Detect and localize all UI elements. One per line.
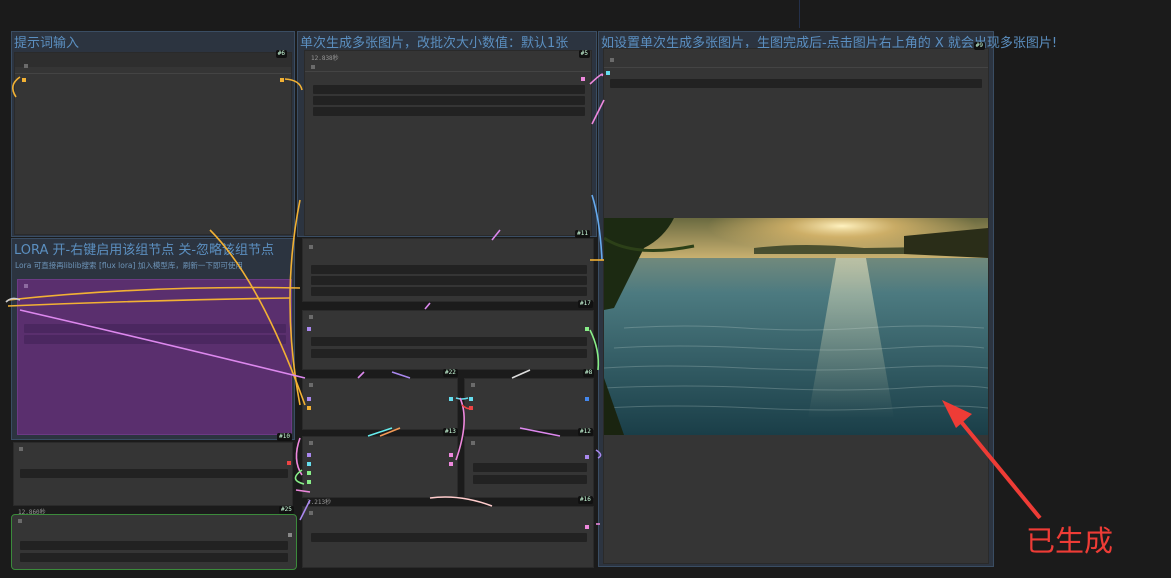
wire-cyan xyxy=(455,397,469,400)
wire-pink xyxy=(357,371,365,379)
wire-pink xyxy=(295,437,303,476)
wire-pink xyxy=(591,99,605,125)
wire-pink-light xyxy=(429,496,493,507)
wire-green xyxy=(294,469,305,485)
wire-pink xyxy=(295,489,311,493)
wire-white xyxy=(511,369,531,379)
wire-blue xyxy=(591,194,603,261)
wire-purple xyxy=(595,449,602,459)
wire-green xyxy=(589,329,600,371)
wire-pink xyxy=(424,302,431,310)
wire-pink xyxy=(455,397,465,461)
wires xyxy=(5,73,1042,525)
wire-purple xyxy=(391,371,411,379)
annotation-label: 已生成 xyxy=(1026,524,1114,558)
wire-pink xyxy=(491,229,501,241)
wire-yellow xyxy=(12,76,21,98)
wire-pink xyxy=(519,427,561,437)
wire-yellow xyxy=(7,297,291,307)
wire-purple xyxy=(299,499,311,521)
wire-pink xyxy=(589,73,604,85)
node-canvas[interactable]: 提示词输入 #6 单次生成多张图片，改批次大小数值：默认1张 12.838秒 #… xyxy=(0,0,1171,578)
wire-yellow xyxy=(284,78,303,91)
wire-pink xyxy=(19,309,306,379)
annotation-arrow xyxy=(942,400,1042,520)
